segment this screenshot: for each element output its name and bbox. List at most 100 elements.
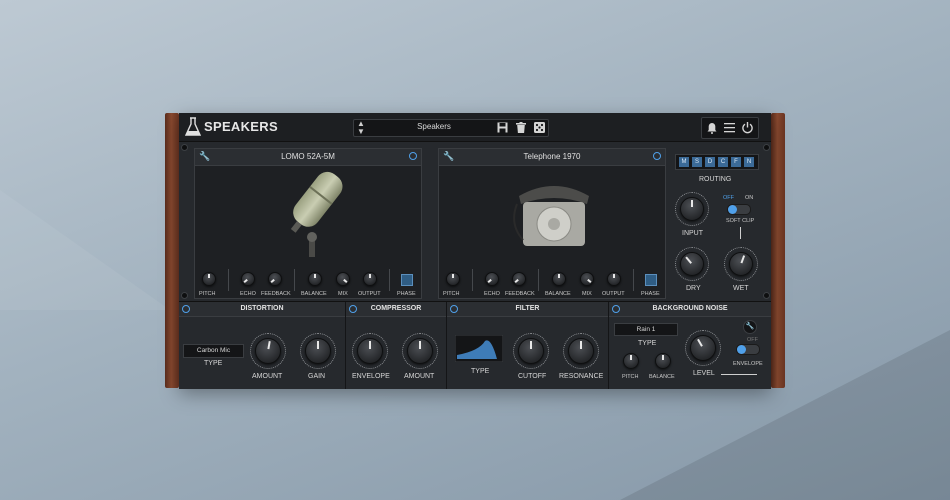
slot-title[interactable]: LOMO 52A-5M [195, 152, 421, 161]
slot-power-button[interactable] [409, 152, 417, 160]
mix-knob[interactable] [580, 272, 594, 286]
filter-type-label: TYPE [471, 368, 490, 375]
distortion-type-select[interactable]: Carbon Mic [183, 344, 244, 358]
routing-button-n[interactable]: N [744, 157, 754, 167]
envelope-link-line [721, 374, 757, 375]
effects-rack: DISTORTION Carbon Mic TYPE AMOUNT GAIN C… [179, 301, 771, 389]
model-slot-1: 🔧 LOMO 52A-5M PITCH ECHO FEEDBACK BALANC… [194, 148, 422, 299]
bell-icon[interactable] [707, 122, 717, 134]
section-title: FILTER [515, 305, 540, 312]
microphone-image [290, 171, 343, 257]
balance-knob[interactable] [552, 272, 566, 286]
distortion-amount-label: AMOUNT [252, 373, 283, 380]
feedback-knob[interactable] [268, 272, 282, 286]
filter-cutoff-knob[interactable] [518, 338, 544, 364]
routing-button-f[interactable]: F [731, 157, 741, 167]
pitch-knob[interactable] [202, 272, 216, 286]
control-label: FEEDBACK [505, 291, 535, 297]
section-header: FILTER [447, 302, 608, 317]
balance-knob[interactable] [308, 272, 322, 286]
separator [633, 269, 634, 291]
compressor-amount-knob[interactable] [407, 338, 433, 364]
background-shade [0, 190, 170, 310]
envelope-toggle[interactable] [736, 344, 760, 355]
dry-knob[interactable] [680, 252, 704, 276]
noise-pitch-label: PITCH [622, 374, 639, 380]
control-label: FEEDBACK [261, 291, 291, 297]
phase-button[interactable] [645, 274, 657, 286]
echo-knob[interactable] [241, 272, 255, 286]
app-title: SPEAKERS [204, 119, 278, 134]
top-right-controls [701, 117, 759, 139]
noise-level-label: LEVEL [693, 370, 715, 377]
filter-resonance-label: RESONANCE [559, 373, 604, 380]
filter-section: FILTER TYPE CUTOFF RESONANCE [447, 302, 609, 389]
noise-pitch-knob[interactable] [623, 353, 639, 369]
compressor-envelope-knob[interactable] [357, 338, 383, 364]
top-bar: SPEAKERS ▲ ▼ Speakers [179, 113, 771, 142]
routing-button-m[interactable]: M [679, 157, 689, 167]
noise-balance-label: BALANCE [649, 374, 675, 380]
wet-knob[interactable] [729, 252, 753, 276]
output-knob[interactable] [607, 272, 621, 286]
routing-button-c[interactable]: C [718, 157, 728, 167]
power-icon[interactable] [741, 121, 754, 134]
routing-button-s[interactable]: S [692, 157, 702, 167]
routing-buttons: M S D C F N [675, 154, 759, 170]
screw [181, 144, 188, 151]
telephone-image [513, 186, 589, 246]
slot-header: 🔧 Telephone 1970 [439, 149, 665, 166]
input-knob[interactable] [680, 197, 704, 221]
up-down-arrows-icon[interactable]: ▲ ▼ [357, 120, 365, 136]
soft-clip-label: SOFT CLIP [726, 218, 755, 224]
soft-clip-arrow [740, 227, 741, 239]
preset-name[interactable]: Speakers [374, 122, 494, 131]
pitch-knob[interactable] [446, 272, 460, 286]
slot-title[interactable]: Telephone 1970 [439, 152, 665, 161]
filter-cutoff-label: CUTOFF [518, 373, 547, 380]
dice-icon[interactable] [534, 122, 545, 133]
section-title: DISTORTION [240, 305, 284, 312]
noise-type-select[interactable]: Rain 1 [614, 323, 678, 336]
routing-button-d[interactable]: D [705, 157, 715, 167]
distortion-gain-label: GAIN [308, 373, 326, 380]
output-knob[interactable] [363, 272, 377, 286]
noise-type-label: TYPE [638, 340, 657, 347]
flask-icon [185, 117, 201, 136]
preset-selector[interactable]: ▲ ▼ Speakers [353, 119, 549, 137]
phase-button[interactable] [401, 274, 413, 286]
noise-balance-knob[interactable] [655, 353, 671, 369]
input-label: INPUT [682, 230, 703, 237]
control-label: PHASE [641, 291, 660, 297]
wood-side-right [771, 113, 785, 388]
slot-power-button[interactable] [653, 152, 661, 160]
filter-type-display[interactable] [455, 335, 503, 362]
compressor-amount-label: AMOUNT [404, 373, 435, 380]
wet-label: WET [733, 285, 749, 292]
section-title: COMPRESSOR [370, 305, 422, 312]
distortion-gain-knob[interactable] [305, 338, 331, 364]
noise-level-knob[interactable] [690, 335, 716, 361]
dry-label: DRY [686, 285, 701, 292]
mix-knob[interactable] [336, 272, 350, 286]
menu-icon[interactable] [724, 122, 735, 133]
screw [763, 144, 770, 151]
feedback-knob[interactable] [512, 272, 526, 286]
control-label: ECHO [484, 291, 500, 297]
wrench-icon[interactable]: 🔧 [743, 320, 757, 334]
envelope-label: ENVELOPE [733, 361, 763, 367]
soft-clip-toggle[interactable] [727, 204, 751, 215]
routing-label: ROUTING [699, 176, 732, 183]
control-label: MIX [338, 291, 348, 297]
soft-clip-off-label: OFF [723, 195, 734, 201]
slot-header: 🔧 LOMO 52A-5M [195, 149, 421, 166]
control-label: OUTPUT [602, 291, 625, 297]
distortion-amount-knob[interactable] [255, 338, 281, 364]
separator [538, 269, 539, 291]
filter-resonance-knob[interactable] [568, 338, 594, 364]
background-noise-section: BACKGROUND NOISE Rain 1 TYPE PITCH BALAN… [609, 302, 771, 389]
save-icon[interactable] [497, 122, 508, 133]
echo-knob[interactable] [485, 272, 499, 286]
trash-icon[interactable] [516, 122, 526, 133]
section-header: COMPRESSOR [346, 302, 446, 317]
